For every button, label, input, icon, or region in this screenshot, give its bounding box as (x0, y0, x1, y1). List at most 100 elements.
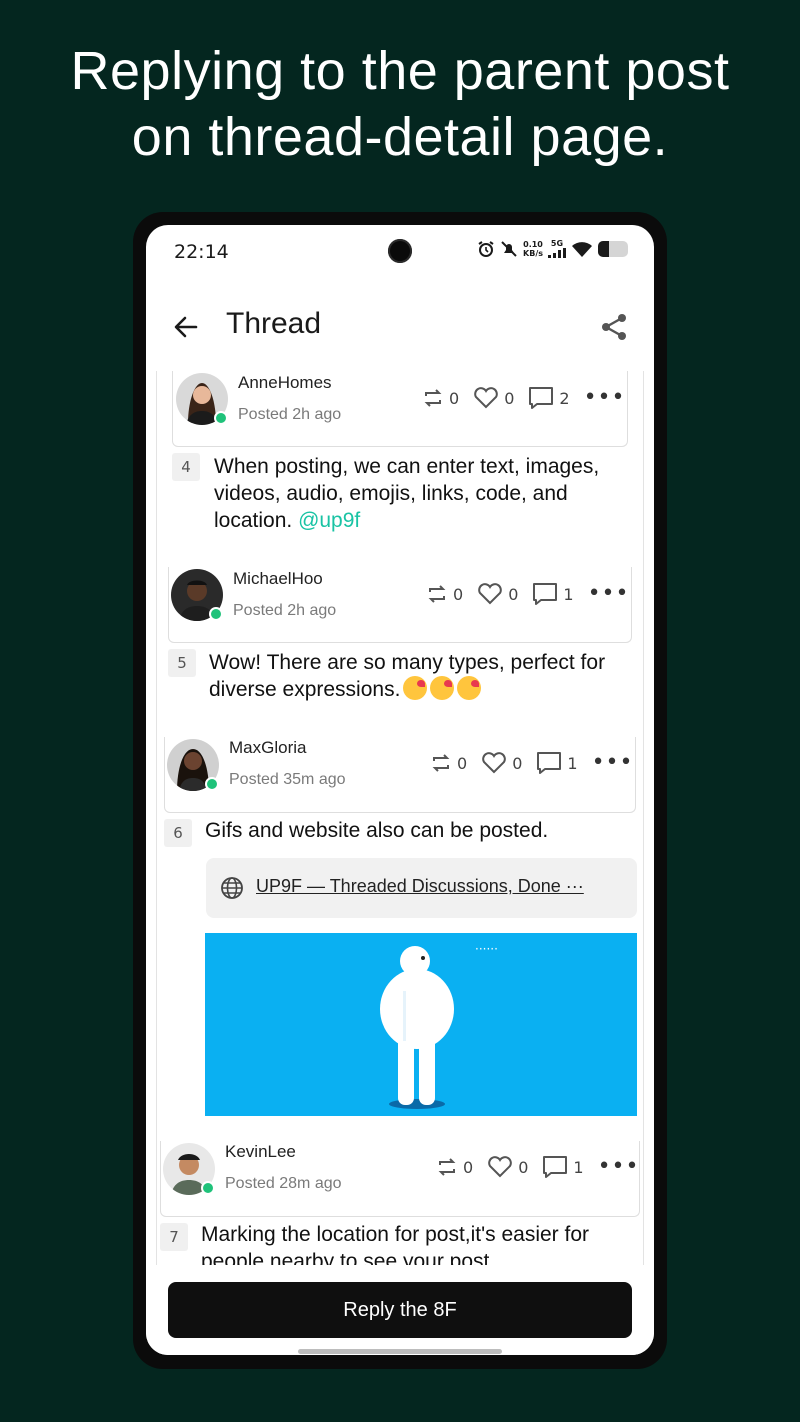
kiss-emoji-icon (430, 676, 455, 700)
gif-figure: ······ (380, 942, 498, 1109)
post-text-body: When posting, we can enter text, images,… (214, 455, 600, 532)
post-time: Posted 35m ago (229, 771, 346, 788)
reply-bar: Reply the 8F (146, 1265, 654, 1355)
kiss-emoji-icon (457, 676, 482, 700)
app-bar: Thread (146, 293, 654, 363)
like-button[interactable]: 0 (487, 1155, 528, 1179)
repost-count: 0 (457, 753, 468, 773)
username[interactable]: KevinLee (225, 1142, 296, 1162)
post-text: When posting, we can enter text, images,… (214, 453, 614, 534)
battery-fill (598, 240, 609, 257)
post-actions: 0 0 1 ••• (436, 1155, 640, 1179)
floor-number: 7 (160, 1223, 188, 1251)
front-camera (388, 239, 412, 263)
back-arrow-icon[interactable] (170, 311, 202, 343)
headline: Replying to the parent post on thread-de… (0, 38, 800, 170)
repost-icon (432, 754, 450, 772)
link-title[interactable]: UP9F — Threaded Discussions, Done ··· (256, 876, 584, 897)
username[interactable]: MichaelHoo (233, 569, 323, 589)
post-actions: 0 0 2 ••• (422, 386, 626, 410)
heart-icon (478, 583, 502, 605)
wifi-icon (572, 241, 592, 257)
page-title: Thread (226, 307, 322, 340)
comment-icon (533, 583, 558, 605)
reply-button[interactable]: Reply the 8F (168, 1282, 632, 1338)
post-actions: 0 0 1 ••• (426, 582, 630, 606)
like-button[interactable]: 0 (477, 582, 518, 606)
status-icons: 0.10 KB/s 5G (477, 239, 628, 258)
comment-button[interactable]: 2 (528, 386, 570, 410)
thread-line-outer (156, 371, 157, 1265)
comment-count: 1 (563, 584, 574, 604)
comment-icon (543, 1156, 568, 1178)
repost-count: 0 (463, 1157, 474, 1177)
kiss-emoji-icon (403, 676, 428, 700)
comment-icon (537, 752, 562, 774)
comment-count: 2 (559, 388, 570, 408)
post-actions: 0 0 1 ••• (430, 751, 634, 775)
share-icon[interactable] (598, 311, 630, 343)
phone-screen: 22:14 0.10 KB/s 5G Thread AnneHomes Post… (146, 225, 654, 1355)
repost-count: 0 (449, 388, 460, 408)
heart-icon (488, 1156, 512, 1178)
net-speed: 0.10 KB/s (523, 240, 543, 258)
online-indicator (205, 777, 219, 791)
username[interactable]: MaxGloria (229, 738, 306, 758)
online-indicator (209, 607, 223, 621)
floor-number: 6 (164, 819, 192, 847)
username[interactable]: AnneHomes (238, 373, 332, 393)
globe-icon (221, 877, 243, 899)
comment-button[interactable]: 1 (536, 751, 578, 775)
comment-count: 1 (567, 753, 578, 773)
post-text: Marking the location for post,it's easie… (201, 1223, 590, 1265)
network-label: 5G (550, 239, 564, 248)
post-time: Posted 2h ago (233, 602, 337, 619)
comment-icon (529, 387, 554, 409)
svg-text:······: ······ (475, 942, 498, 956)
like-count: 0 (512, 753, 523, 773)
repost-button[interactable]: 0 (426, 583, 463, 605)
repost-count: 0 (453, 584, 464, 604)
more-icon[interactable]: ••• (584, 387, 626, 409)
thread-content[interactable]: AnneHomes Posted 2h ago 0 0 2 ••• 4 When… (146, 371, 654, 1265)
more-icon[interactable]: ••• (588, 583, 630, 605)
repost-button[interactable]: 0 (436, 1156, 473, 1178)
repost-button[interactable]: 0 (430, 752, 467, 774)
comment-button[interactable]: 1 (542, 1155, 584, 1179)
network-type: 5G (548, 239, 566, 258)
headline-line-2: on thread-detail page. (131, 107, 669, 167)
like-count: 0 (504, 388, 515, 408)
comment-count: 1 (573, 1157, 584, 1177)
floor-number: 5 (168, 649, 196, 677)
status-time: 22:14 (174, 241, 229, 263)
like-button[interactable]: 0 (481, 751, 522, 775)
signal-icon (548, 248, 566, 258)
repost-icon (424, 389, 442, 407)
net-speed-unit: KB/s (523, 248, 543, 258)
alarm-icon (478, 240, 494, 257)
repost-icon (428, 585, 446, 603)
mute-bell-icon (501, 240, 517, 257)
home-indicator[interactable] (298, 1349, 502, 1354)
comment-button[interactable]: 1 (532, 582, 574, 606)
heart-icon (482, 752, 506, 774)
like-button[interactable]: 0 (473, 386, 514, 410)
more-icon[interactable]: ••• (598, 1156, 640, 1178)
repost-icon (438, 1158, 456, 1176)
headline-line-1: Replying to the parent post (70, 41, 730, 101)
post-time: Posted 2h ago (238, 406, 342, 423)
battery-icon (598, 240, 628, 257)
status-bar: 22:14 0.10 KB/s 5G (146, 225, 654, 281)
mention-link[interactable]: @up9f (298, 509, 360, 532)
link-preview[interactable]: UP9F — Threaded Discussions, Done ··· (206, 858, 637, 918)
heart-icon (474, 387, 498, 409)
post-text: Gifs and website also can be posted. (205, 819, 549, 842)
floor-number: 4 (172, 453, 200, 481)
gif-image[interactable]: ······ (205, 933, 637, 1116)
net-speed-value: 0.10 (523, 239, 543, 249)
repost-button[interactable]: 0 (422, 387, 459, 409)
like-count: 0 (518, 1157, 529, 1177)
more-icon[interactable]: ••• (592, 752, 634, 774)
post-time: Posted 28m ago (225, 1175, 342, 1192)
like-count: 0 (508, 584, 519, 604)
